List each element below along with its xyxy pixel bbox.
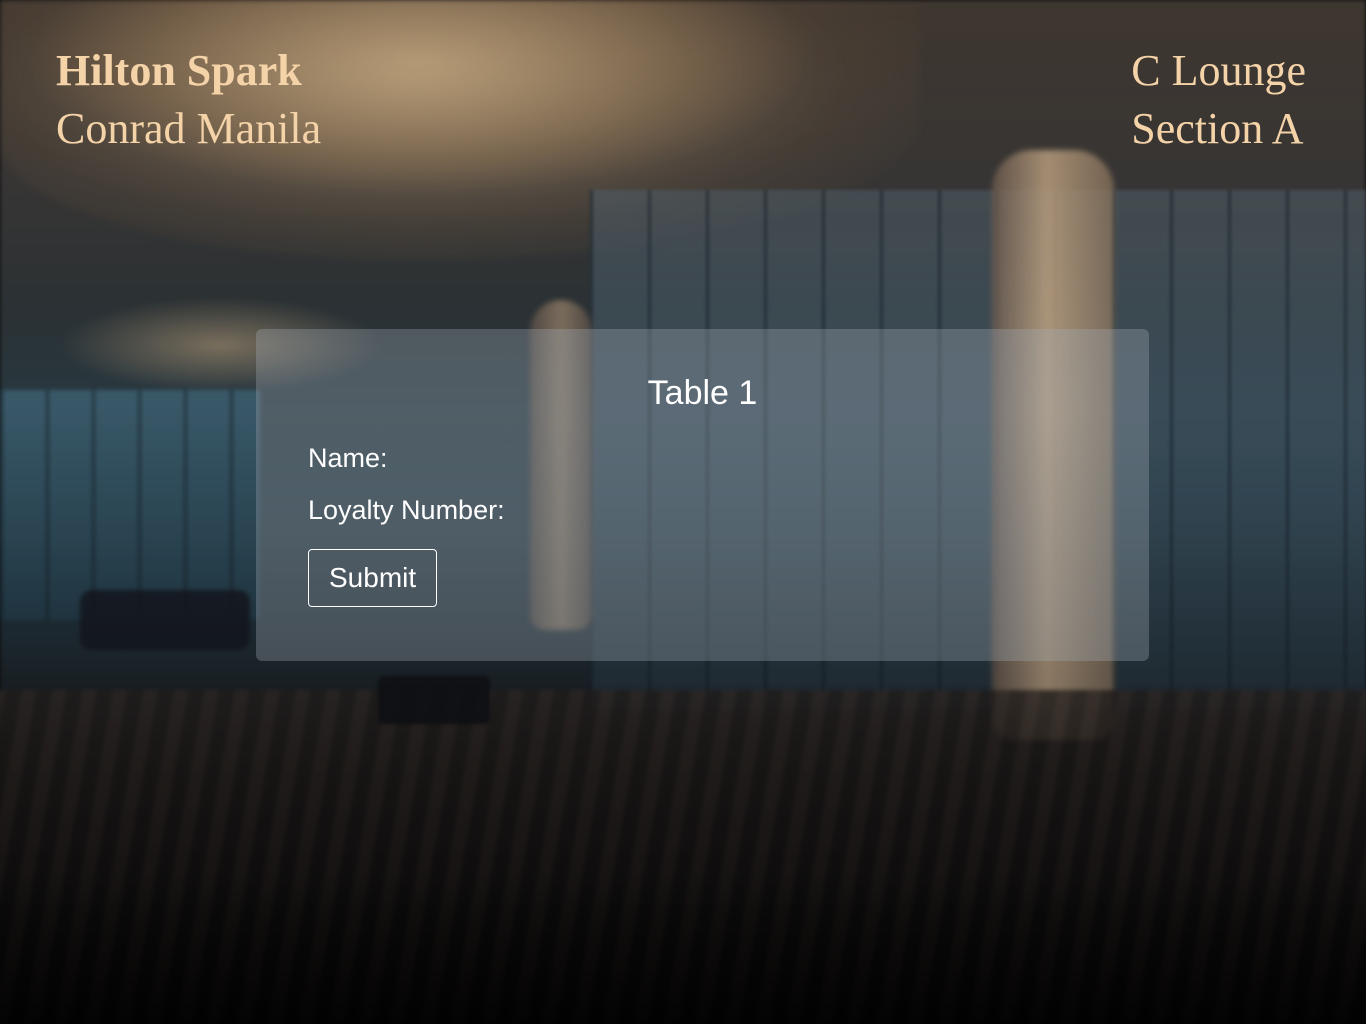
table-checkin-card: Table 1 Name: Loyalty Number: Submit xyxy=(256,329,1149,661)
name-label: Name: xyxy=(308,443,388,473)
section-name: Section A xyxy=(1131,104,1304,153)
table-title: Table 1 xyxy=(647,374,758,412)
brand-header: Hilton Spark Conrad Manila xyxy=(56,42,321,158)
loyalty-number-label: Loyalty Number: xyxy=(308,495,505,525)
venue-name: C Lounge xyxy=(1131,46,1306,95)
property-name: Conrad Manila xyxy=(56,104,322,153)
venue-header: C Lounge Section A xyxy=(1131,42,1306,158)
app-screen: Hilton Spark Conrad Manila C Lounge Sect… xyxy=(0,0,1366,1024)
submit-button[interactable]: Submit xyxy=(308,549,438,607)
brand-name: Hilton Spark xyxy=(56,46,302,95)
